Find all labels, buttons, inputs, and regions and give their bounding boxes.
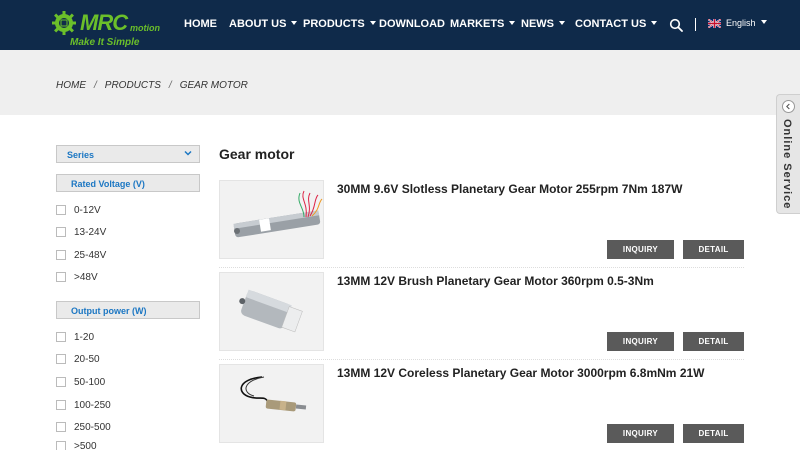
option-label: 50-100	[74, 376, 106, 388]
product-image[interactable]	[219, 364, 324, 443]
logo-sub: motion	[130, 23, 160, 33]
gear-motor-photo	[220, 365, 323, 442]
caret-down-icon	[760, 20, 767, 24]
product-image[interactable]	[219, 180, 324, 259]
option-label: 13-24V	[74, 226, 107, 238]
detail-button[interactable]: DETAIL	[683, 332, 744, 351]
search-icon[interactable]	[669, 18, 683, 32]
inquiry-button[interactable]: INQUIRY	[607, 240, 674, 259]
output-power-header: Output power (W)	[56, 301, 200, 319]
uk-flag-icon	[708, 18, 721, 28]
nav-about-us[interactable]: ABOUT US	[229, 18, 298, 30]
checkbox[interactable]	[56, 250, 66, 260]
product-card: 13MM 12V Brush Planetary Gear Motor 360r…	[219, 272, 744, 360]
series-label: Series	[67, 150, 95, 160]
caret-down-icon	[369, 21, 376, 26]
caret-down-icon	[651, 21, 658, 26]
nav-label: MARKETS	[450, 18, 505, 30]
option-label: >500	[74, 441, 97, 450]
option-label: 250-500	[74, 421, 111, 433]
caret-down-icon	[559, 21, 565, 26]
checkbox[interactable]	[56, 441, 66, 450]
filter-option-power[interactable]: 1-20	[56, 330, 94, 344]
inquiry-button[interactable]: INQUIRY	[607, 332, 674, 351]
option-label: >48V	[74, 271, 98, 283]
caret-down-icon	[291, 21, 298, 26]
option-label: 100-250	[74, 399, 111, 411]
filter-option-voltage[interactable]: 0-12V	[56, 203, 101, 217]
filter-option-voltage[interactable]: 25-48V	[56, 248, 106, 262]
checkbox[interactable]	[56, 332, 66, 342]
nav-label: PRODUCTS	[303, 18, 365, 30]
gear-logo-icon	[52, 11, 76, 35]
caret-down-icon	[509, 21, 516, 26]
logo-wordmark: MRC	[80, 10, 128, 35]
breadcrumb-products[interactable]: PRODUCTS	[105, 80, 161, 91]
product-title[interactable]: 13MM 12V Coreless Planetary Gear Motor 3…	[337, 366, 737, 380]
breadcrumb-home[interactable]: HOME	[56, 80, 86, 91]
product-image[interactable]	[219, 272, 324, 351]
nav-contact-us[interactable]: CONTACT US	[575, 18, 658, 30]
breadcrumb-band: HOME / PRODUCTS / GEAR MOTOR	[0, 50, 800, 115]
checkbox[interactable]	[56, 377, 66, 387]
option-label: 25-48V	[74, 249, 107, 261]
nav-label: NEWS	[521, 18, 554, 30]
checkbox[interactable]	[56, 272, 66, 282]
breadcrumb-separator: /	[94, 80, 97, 91]
filter-option-power[interactable]: 50-100	[56, 375, 105, 389]
nav-home[interactable]: HOME	[184, 18, 217, 30]
nav-label: CONTACT US	[575, 18, 647, 30]
language-selector[interactable]: English	[708, 18, 767, 28]
online-service-tab[interactable]: Online Service	[776, 94, 800, 214]
rated-voltage-header: Rated Voltage (V)	[56, 174, 200, 192]
logo-slogan: Make It Simple	[70, 37, 140, 48]
detail-button[interactable]: DETAIL	[683, 240, 744, 259]
header-divider	[695, 18, 696, 31]
nav-news[interactable]: NEWS	[521, 18, 565, 30]
checkbox[interactable]	[56, 227, 66, 237]
nav-label: HOME	[184, 18, 217, 30]
gear-motor-photo	[220, 181, 323, 258]
mrc-logo[interactable]: MRC motion Make It Simple	[52, 10, 162, 50]
option-label: 1-20	[74, 331, 95, 343]
option-label: 20-50	[74, 353, 100, 365]
checkbox[interactable]	[56, 205, 66, 215]
checkbox[interactable]	[56, 422, 66, 432]
nav-markets[interactable]: MARKETS	[450, 18, 516, 30]
breadcrumb: HOME / PRODUCTS / GEAR MOTOR	[56, 80, 248, 91]
chevron-left-icon[interactable]	[782, 100, 795, 113]
series-dropdown[interactable]: Series	[56, 145, 200, 163]
product-title[interactable]: 30MM 9.6V Slotless Planetary Gear Motor …	[337, 182, 737, 196]
detail-button[interactable]: DETAIL	[683, 424, 744, 443]
online-service-label: Online Service	[781, 119, 793, 210]
nav-label: ABOUT US	[229, 18, 287, 30]
checkbox[interactable]	[56, 354, 66, 364]
inquiry-button[interactable]: INQUIRY	[607, 424, 674, 443]
option-label: 0-12V	[74, 204, 101, 216]
language-label: English	[726, 18, 756, 28]
gear-motor-photo	[220, 273, 323, 350]
filter-option-voltage[interactable]: >48V	[56, 270, 98, 284]
product-title[interactable]: 13MM 12V Brush Planetary Gear Motor 360r…	[337, 274, 737, 288]
product-card: 30MM 9.6V Slotless Planetary Gear Motor …	[219, 180, 744, 268]
filter-option-power[interactable]: 250-500	[56, 420, 111, 434]
nav-download[interactable]: DOWNLOAD	[379, 18, 445, 30]
filter-option-voltage[interactable]: 13-24V	[56, 225, 106, 239]
checkbox[interactable]	[56, 400, 66, 410]
filter-option-power[interactable]: 20-50	[56, 352, 100, 366]
page-title: Gear motor	[219, 146, 295, 162]
chevron-down-icon	[184, 150, 192, 156]
product-card: 13MM 12V Coreless Planetary Gear Motor 3…	[219, 364, 744, 450]
breadcrumb-current: GEAR MOTOR	[179, 80, 248, 91]
nav-products[interactable]: PRODUCTS	[303, 18, 376, 30]
breadcrumb-separator: /	[168, 80, 172, 91]
nav-label: DOWNLOAD	[379, 18, 445, 30]
site-header: MRC motion Make It Simple HOME ABOUT US …	[0, 0, 800, 50]
filter-option-power[interactable]: 100-250	[56, 398, 111, 412]
filter-option-power[interactable]: >500	[56, 441, 97, 450]
